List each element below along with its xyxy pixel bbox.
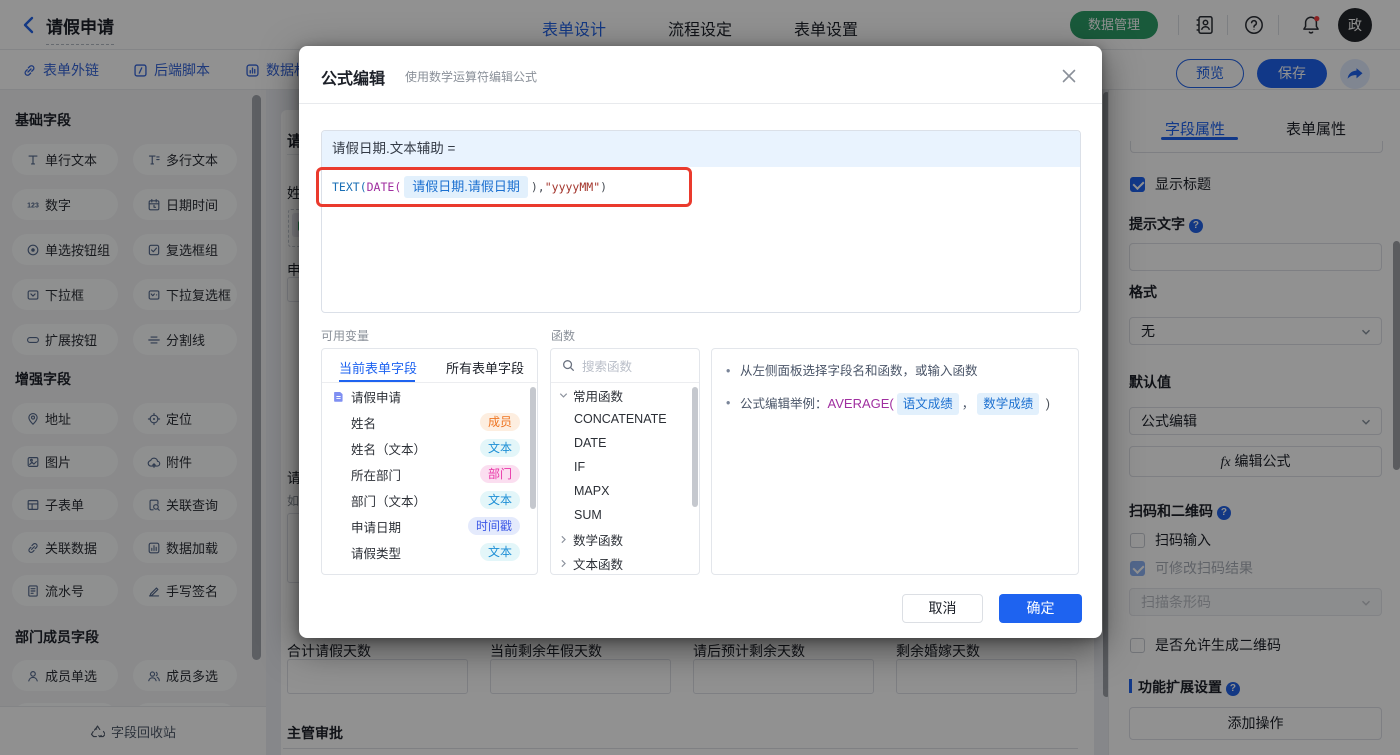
function-name: CONCATENATE [574, 412, 667, 426]
modal-title: 公式编辑 [321, 71, 386, 88]
formula-help-panel: • 从左侧面板选择字段名和函数，或输入函数 • 公式编辑举例：AVERAGE(语文成… [711, 348, 1079, 575]
chevron-right-icon [561, 559, 566, 567]
variable-name: 所在部门 [351, 468, 402, 483]
function-group-row[interactable]: 文本函数 [551, 551, 699, 574]
functions-panel: 搜索函数 常用函数 CONCATENATE DATE IF MAPX SUM 数学函数文本函… [550, 348, 700, 575]
active-tab-underline [339, 380, 415, 382]
variables-tabs: 当前表单字段 所有表单字段 [322, 349, 537, 383]
modal-header: 公式编辑 使用数学运算符编辑公式 [299, 46, 1102, 104]
tab-current-form-fields[interactable]: 当前表单字段 [339, 358, 417, 377]
code-paren: ), [530, 180, 545, 194]
variable-name: 部门（文本） [351, 494, 427, 509]
variable-type-badge: 文本 [479, 543, 520, 561]
confirm-button[interactable]: 确定 [999, 594, 1082, 623]
formula-editor-modal: 公式编辑 使用数学运算符编辑公式 请假日期.文本辅助 = TEXT(DATE(请… [299, 46, 1102, 638]
search-icon [563, 360, 574, 371]
code-fn-text: TEXT( [332, 180, 367, 194]
function-row[interactable]: CONCATENATE [551, 407, 699, 431]
variable-type-badge: 文本 [479, 439, 520, 457]
variable-row[interactable]: 姓名（文本） 文本 [322, 435, 537, 461]
funcs-section-label: 函数 [551, 329, 576, 343]
cancel-button[interactable]: 取消 [902, 594, 983, 623]
function-row[interactable]: IF [551, 455, 699, 479]
help-line: • 从左侧面板选择字段名和函数，或输入函数 [726, 364, 978, 378]
function-name: MAPX [574, 484, 610, 498]
code-string: "yyyyMM" [544, 180, 601, 194]
variables-scrollbar[interactable] [530, 387, 536, 509]
variable-name: 申请日期 [351, 520, 402, 535]
formula-target: 请假日期.文本辅助 = [322, 131, 1080, 167]
variable-name: 请假类型 [351, 546, 402, 561]
formula-editor[interactable]: 请假日期.文本辅助 = TEXT(DATE(请假日期.请假日期), "yyyyMM… [321, 130, 1081, 313]
variables-tree: 请假申请 姓名 成员 姓名（文本） 文本 所在部门 部门 部门（文本） 文本 申请日期 时间戳 请假类… [322, 383, 537, 565]
modal-subtitle: 使用数学运算符编辑公式 [405, 70, 538, 84]
help-field-chip: 数学成绩 [977, 393, 1040, 415]
code-paren: ) [600, 180, 608, 194]
function-name: SUM [574, 508, 602, 522]
tab-all-form-fields[interactable]: 所有表单字段 [446, 358, 524, 377]
help-field-chip: 语文成绩 [896, 393, 959, 415]
search-placeholder: 搜索函数 [582, 360, 633, 374]
variable-type-badge: 部门 [479, 465, 520, 483]
function-row[interactable]: DATE [551, 431, 699, 455]
code-field-chip: 请假日期.请假日期 [404, 176, 528, 198]
close-icon[interactable] [1059, 66, 1079, 86]
app-root: 请假申请 表单设计 流程设定 表单设置 数据管理 政 表单外链 后端脚本 数据权… [0, 0, 1400, 755]
function-row[interactable]: SUM [551, 503, 699, 527]
variable-name: 姓名（文本） [351, 442, 427, 457]
code-fn-date: DATE( [366, 180, 402, 194]
function-tree: 常用函数 CONCATENATE DATE IF MAPX SUM 数学函数文本函数 [551, 383, 699, 574]
help-example-line: • 公式编辑举例：AVERAGE(语文成绩，数学成绩 ) [726, 393, 1064, 415]
help-fn-name: AVERAGE( [827, 396, 894, 411]
variable-type-badge: 文本 [479, 491, 520, 509]
form-doc-icon [334, 391, 343, 402]
function-search[interactable]: 搜索函数 [551, 349, 699, 383]
variable-row[interactable]: 部门（文本） 文本 [322, 487, 537, 513]
variable-row[interactable]: 申请日期 时间戳 [322, 513, 537, 539]
function-group-label: 常用函数 [573, 389, 624, 404]
function-name: DATE [574, 436, 607, 450]
variable-row[interactable]: 请假类型 文本 [322, 539, 537, 565]
vars-section-label: 可用变量 [321, 329, 370, 343]
function-name: IF [574, 460, 586, 474]
chevron-right-icon [561, 535, 566, 543]
function-row[interactable]: MAPX [551, 479, 699, 503]
formula-code: TEXT(DATE(请假日期.请假日期), "yyyyMM") [332, 176, 607, 198]
chevron-down-icon [559, 392, 568, 398]
functions-scrollbar[interactable] [692, 387, 698, 507]
variable-row[interactable]: 所在部门 部门 [322, 461, 537, 487]
tree-root-label: 请假申请 [351, 390, 402, 405]
function-group-row[interactable]: 数学函数 [551, 527, 699, 551]
function-group-label: 文本函数 [573, 557, 624, 572]
function-group-label: 数学函数 [573, 533, 624, 548]
variable-name: 姓名 [351, 416, 377, 431]
variable-type-badge: 时间戳 [467, 517, 520, 535]
variable-row[interactable]: 姓名 成员 [322, 409, 537, 435]
variables-panel: 当前表单字段 所有表单字段 请假申请 姓名 成员 姓名（文本） 文本 所在部门 部门 部门（文… [321, 348, 538, 575]
function-group-row[interactable]: 常用函数 [551, 383, 699, 407]
variable-type-badge: 成员 [479, 413, 520, 431]
tree-root-row[interactable]: 请假申请 [322, 383, 537, 409]
